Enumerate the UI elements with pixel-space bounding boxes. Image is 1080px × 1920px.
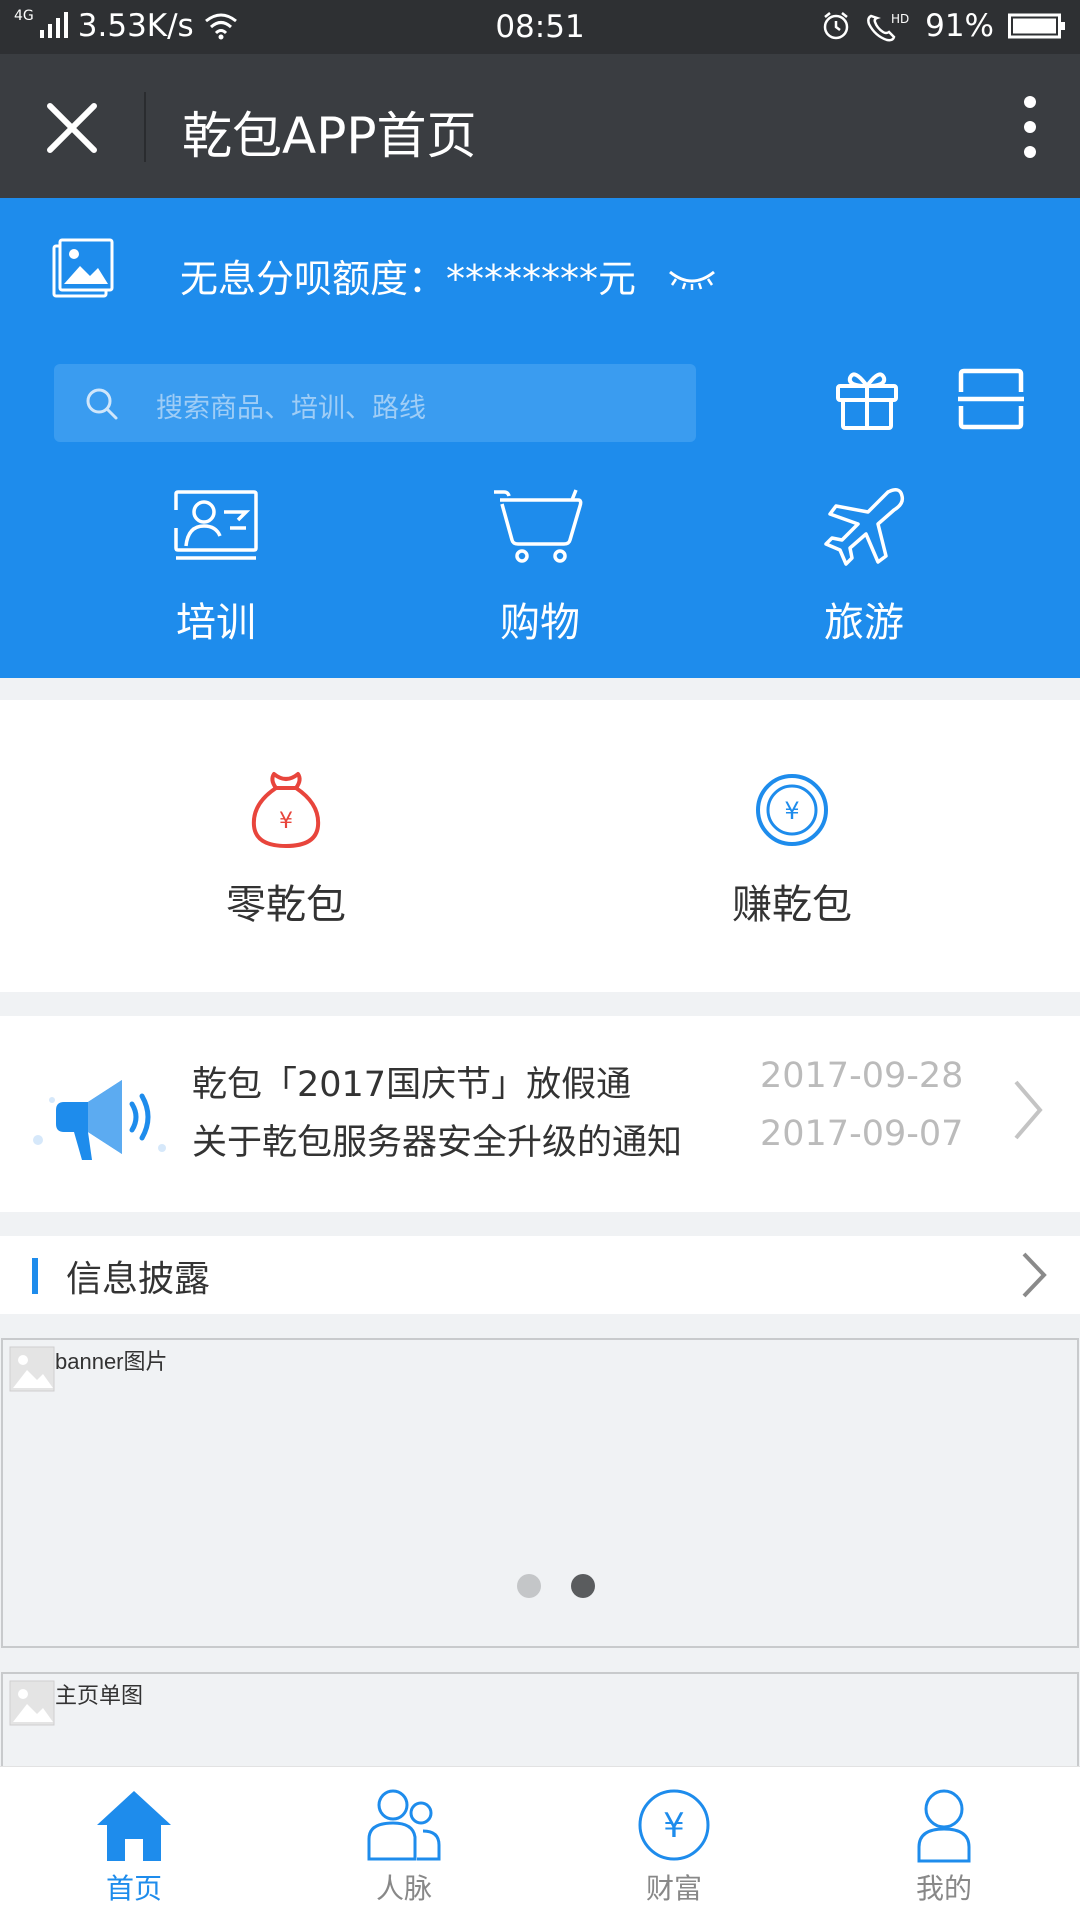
hidden-eye-icon[interactable] (666, 268, 718, 292)
category-training[interactable]: 培训 (116, 488, 316, 648)
plane-icon (824, 488, 905, 566)
alarm-icon (823, 12, 849, 40)
banner-alt-text: banner图片 (55, 1349, 168, 1374)
coin-icon: ¥ (756, 774, 828, 846)
wallet-item-label: 零乾包 (226, 882, 346, 928)
hd-call-icon: HD (867, 12, 909, 42)
title-divider (144, 92, 146, 162)
tab-home[interactable]: 首页 (34, 1787, 234, 1907)
more-menu-icon[interactable] (1016, 94, 1044, 160)
banner-carousel[interactable]: banner图片 (1, 1338, 1079, 1648)
battery-icon (1008, 13, 1065, 39)
carousel-dot[interactable] (517, 1574, 541, 1598)
svg-text:¥: ¥ (663, 1806, 685, 1846)
bottom-tab-bar: 首页 人脉 ¥ 财富 我的 (0, 1766, 1080, 1920)
tab-contacts[interactable]: 人脉 (304, 1787, 504, 1907)
gift-icon[interactable] (834, 366, 900, 432)
training-icon (174, 490, 258, 560)
category-label: 培训 (176, 600, 256, 646)
category-shopping[interactable]: 购物 (440, 488, 640, 648)
search-placeholder: 搜索商品、培训、路线 (156, 393, 426, 424)
tab-label: 我的 (915, 1872, 972, 1905)
contacts-icon (367, 1789, 441, 1861)
status-bar: 4G 3.53K/s 08:51 HD 91% (0, 0, 1080, 54)
wallet-item-label: 赚乾包 (732, 882, 852, 928)
category-label: 购物 (500, 600, 580, 646)
profile-icon (917, 1789, 971, 1863)
single-image-alt-text: 主页单图 (55, 1683, 144, 1708)
category-travel[interactable]: 旅游 (764, 488, 964, 648)
wallet-section: ¥ 零乾包 ¥ 赚乾包 (0, 700, 1080, 992)
notice-title[interactable]: 关于乾包服务器安全升级的通知 (192, 1114, 682, 1165)
cart-icon (494, 489, 583, 563)
notice-date: 2017-09-07 (760, 1114, 964, 1154)
chevron-right-icon[interactable] (1012, 1078, 1044, 1142)
home-icon (97, 1791, 171, 1861)
notice-date: 2017-09-28 (760, 1056, 964, 1096)
svg-text:¥: ¥ (784, 797, 799, 825)
wallet-item-change[interactable]: ¥ 零乾包 (156, 770, 416, 930)
battery-percent: 91% (925, 8, 994, 44)
broken-image-icon (9, 1346, 55, 1392)
svg-text:¥: ¥ (279, 809, 293, 834)
tab-wealth[interactable]: ¥ 财富 (574, 1787, 774, 1907)
close-icon[interactable] (44, 100, 100, 156)
megaphone-icon (33, 1080, 166, 1160)
broken-image-icon (9, 1680, 55, 1726)
tab-profile[interactable]: 我的 (844, 1787, 1044, 1907)
header-panel: 无息分呗额度：********元 搜索商品、培训、路线 培训 购物 旅游 (0, 198, 1080, 678)
tab-label: 人脉 (375, 1872, 432, 1905)
page-title: 乾包APP首页 (182, 107, 477, 165)
carousel-dot-active[interactable] (571, 1574, 595, 1598)
money-bag-icon: ¥ (251, 772, 321, 849)
tab-label: 首页 (105, 1872, 162, 1905)
search-icon (86, 388, 118, 420)
interest-free-quota: 无息分呗额度：********元 (180, 257, 637, 301)
title-bar: 乾包APP首页 (0, 54, 1080, 198)
image-placeholder-icon (52, 238, 114, 298)
wealth-icon: ¥ (638, 1789, 710, 1861)
svg-text:HD: HD (891, 12, 909, 26)
chevron-right-icon (1022, 1252, 1047, 1298)
info-disclosure-row[interactable]: 信息披露 (0, 1236, 1080, 1314)
app-page: 4G 3.53K/s 08:51 HD 91% 乾包APP首页 无息分呗额度：*… (0, 0, 1080, 1920)
scan-icon[interactable] (958, 368, 1024, 430)
category-label: 旅游 (824, 600, 904, 646)
notice-title[interactable]: 乾包「2017国庆节」放假通 (192, 1056, 631, 1107)
search-box[interactable]: 搜索商品、培训、路线 (54, 364, 696, 442)
wallet-item-earn[interactable]: ¥ 赚乾包 (662, 770, 922, 930)
tab-label: 财富 (645, 1872, 702, 1905)
status-right: HD 91% (821, 8, 1066, 44)
section-marker (32, 1258, 38, 1294)
section-title: 信息披露 (66, 1259, 211, 1300)
notice-section[interactable]: 乾包「2017国庆节」放假通 2017-09-28 关于乾包服务器安全升级的通知… (0, 1016, 1080, 1212)
